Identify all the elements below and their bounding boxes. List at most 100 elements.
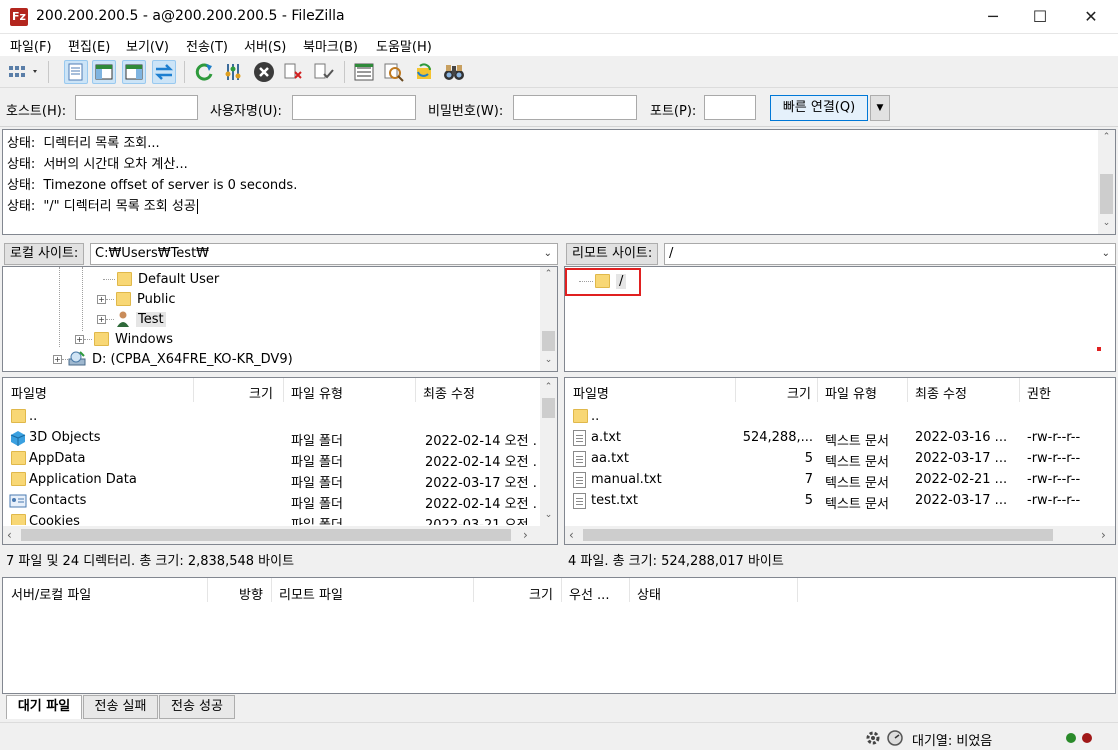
quickconnect-button[interactable]: 빠른 연결(Q) xyxy=(770,95,868,121)
col-status[interactable]: 상태 xyxy=(637,584,661,603)
expand-icon[interactable]: + xyxy=(53,354,62,364)
menu-server[interactable]: 서버(S) xyxy=(244,36,286,55)
site-manager-button[interactable] xyxy=(6,60,42,84)
local-list-vscrollbar[interactable]: ⌃ ⌄ xyxy=(540,378,557,526)
local-tree[interactable]: Default User + Public + Test + Windows +… xyxy=(2,266,558,372)
table-row[interactable]: 3D Objects 파일 폴더 2022-02-14 오전 ... xyxy=(3,427,539,449)
tree-item-default-user[interactable]: Default User xyxy=(103,269,219,289)
scroll-thumb[interactable] xyxy=(542,398,555,418)
log-scrollbar[interactable]: ⌃ ⌄ xyxy=(1098,130,1115,234)
host-input[interactable] xyxy=(75,95,198,120)
col-permissions[interactable]: 권한 xyxy=(1027,383,1051,402)
port-input[interactable] xyxy=(704,95,756,120)
col-priority[interactable]: 우선 ... xyxy=(569,584,609,603)
menu-help[interactable]: 도움말(H) xyxy=(376,36,432,55)
table-row[interactable]: .. xyxy=(565,406,1115,427)
toggle-log-button[interactable] xyxy=(64,60,88,84)
compare-button[interactable] xyxy=(382,60,406,84)
password-input[interactable] xyxy=(513,95,637,120)
scroll-left-icon[interactable]: ‹ xyxy=(569,528,574,542)
scroll-thumb[interactable] xyxy=(542,331,555,351)
reconnect-button[interactable] xyxy=(312,60,336,84)
local-tree-scrollbar[interactable]: ⌃ ⌄ xyxy=(540,267,557,371)
col-remote-file[interactable]: 리모트 파일 xyxy=(279,584,343,603)
tab-queued-files[interactable]: 대기 파일 xyxy=(6,695,82,719)
col-modified[interactable]: 최종 수정 xyxy=(423,383,475,402)
process-queue-button[interactable] xyxy=(222,60,246,84)
tab-successful-transfers[interactable]: 전송 성공 xyxy=(159,695,235,719)
tree-item-test[interactable]: + Test xyxy=(97,309,166,329)
local-path-combo[interactable]: C:₩Users₩Test₩ ⌄ xyxy=(90,243,558,265)
remote-list-hscrollbar[interactable]: ‹ › xyxy=(565,526,1115,544)
scroll-right-icon[interactable]: › xyxy=(1101,528,1106,542)
scroll-thumb[interactable] xyxy=(1100,174,1113,214)
scroll-thumb[interactable] xyxy=(21,529,511,541)
local-list-hscrollbar[interactable]: ‹ › xyxy=(3,526,557,544)
gear-icon[interactable] xyxy=(864,729,882,747)
expand-icon[interactable]: + xyxy=(97,314,106,324)
scroll-up-icon[interactable]: ⌃ xyxy=(540,382,557,392)
table-row[interactable]: Contacts 파일 폴더 2022-02-14 오전 ... xyxy=(3,490,539,512)
menu-file[interactable]: 파일(F) xyxy=(10,36,52,55)
username-input[interactable] xyxy=(292,95,416,120)
col-name[interactable]: 파일명 xyxy=(11,383,47,402)
tree-item-drive-d[interactable]: + D: (CPBA_X64FRE_KO-KR_DV9) xyxy=(53,349,293,369)
quickconnect-dropdown[interactable]: ▼ xyxy=(870,95,890,121)
table-row[interactable]: a.txt 524,288,... 텍스트 문서 2022-03-16 ... … xyxy=(565,427,1115,449)
table-row[interactable]: manual.txt 7 텍스트 문서 2022-02-21 ... -rw-r… xyxy=(565,469,1115,491)
col-name[interactable]: 파일명 xyxy=(573,383,609,402)
table-row[interactable]: Application Data 파일 폴더 2022-03-17 오전 ... xyxy=(3,469,539,491)
table-row[interactable]: AppData 파일 폴더 2022-02-14 오전 ... xyxy=(3,448,539,470)
menu-view[interactable]: 보기(V) xyxy=(126,36,169,55)
toggle-local-tree-button[interactable] xyxy=(92,60,116,84)
refresh-button[interactable] xyxy=(192,60,216,84)
menu-bookmarks[interactable]: 북마크(B) xyxy=(303,36,358,55)
toggle-remote-tree-button[interactable] xyxy=(122,60,146,84)
scroll-left-icon[interactable]: ‹ xyxy=(7,528,12,542)
transfer-queue[interactable]: 서버/로컬 파일 방향 리모트 파일 크기 우선 ... 상태 xyxy=(2,577,1116,694)
scroll-thumb[interactable] xyxy=(583,529,1053,541)
menu-edit[interactable]: 편집(E) xyxy=(68,36,110,55)
col-modified[interactable]: 최종 수정 xyxy=(915,383,967,402)
table-row[interactable]: test.txt 5 텍스트 문서 2022-03-17 ... -rw-r--… xyxy=(565,490,1115,512)
disconnect-button[interactable] xyxy=(282,60,306,84)
expand-icon[interactable]: + xyxy=(75,334,84,344)
col-size[interactable]: 크기 xyxy=(249,383,273,402)
cancel-button[interactable] xyxy=(252,60,276,84)
table-row[interactable]: Cookies 파일 폴더 2022-03-21 오전 ... xyxy=(3,511,539,525)
col-size[interactable]: 크기 xyxy=(787,383,811,402)
menu-transfer[interactable]: 전송(T) xyxy=(186,36,228,55)
scroll-down-icon[interactable]: ⌄ xyxy=(1098,218,1115,228)
table-row[interactable]: aa.txt 5 텍스트 문서 2022-03-17 ... -rw-r--r-… xyxy=(565,448,1115,470)
sync-browse-button[interactable] xyxy=(412,60,436,84)
col-direction[interactable]: 방향 xyxy=(239,584,263,603)
remote-tree[interactable]: / xyxy=(564,266,1116,372)
local-file-list[interactable]: ^ 파일명 크기 파일 유형 최종 수정 .. 3D Objects 파일 폴더… xyxy=(2,377,558,545)
search-button[interactable] xyxy=(442,60,466,84)
expand-icon[interactable]: + xyxy=(97,294,106,304)
remote-path-combo[interactable]: / ⌄ xyxy=(664,243,1116,265)
close-button[interactable]: ✕ xyxy=(1068,0,1114,34)
maximize-button[interactable]: ☐ xyxy=(1017,0,1063,34)
tree-item-root[interactable]: / xyxy=(579,271,627,291)
toggle-queue-button[interactable] xyxy=(152,60,176,84)
scroll-right-icon[interactable]: › xyxy=(523,528,528,542)
col-type[interactable]: 파일 유형 xyxy=(291,383,343,402)
col-type[interactable]: 파일 유형 xyxy=(825,383,877,402)
col-local-file[interactable]: 서버/로컬 파일 xyxy=(11,584,91,603)
tree-item-public[interactable]: + Public xyxy=(97,289,175,309)
scroll-down-icon[interactable]: ⌄ xyxy=(540,355,557,365)
chevron-down-icon[interactable]: ⌄ xyxy=(544,244,552,264)
tab-failed-transfers[interactable]: 전송 실패 xyxy=(83,695,158,719)
scroll-up-icon[interactable]: ⌃ xyxy=(540,269,557,279)
chevron-down-icon[interactable]: ⌄ xyxy=(1102,244,1110,264)
message-log[interactable]: 상태: 디렉터리 목록 조회... 상태: 서버의 시간대 오차 계산... 상태:… xyxy=(2,129,1116,235)
tree-item-windows[interactable]: + Windows xyxy=(75,329,173,349)
scroll-down-icon[interactable]: ⌄ xyxy=(540,510,557,520)
remote-file-list[interactable]: ^ 파일명 크기 파일 유형 최종 수정 권한 .. a.txt 524,288… xyxy=(564,377,1116,545)
minimize-button[interactable]: ─ xyxy=(970,0,1016,34)
speed-limit-icon[interactable] xyxy=(886,729,904,747)
scroll-up-icon[interactable]: ⌃ xyxy=(1098,132,1115,142)
col-size[interactable]: 크기 xyxy=(529,584,553,603)
filter-button[interactable] xyxy=(352,60,376,84)
